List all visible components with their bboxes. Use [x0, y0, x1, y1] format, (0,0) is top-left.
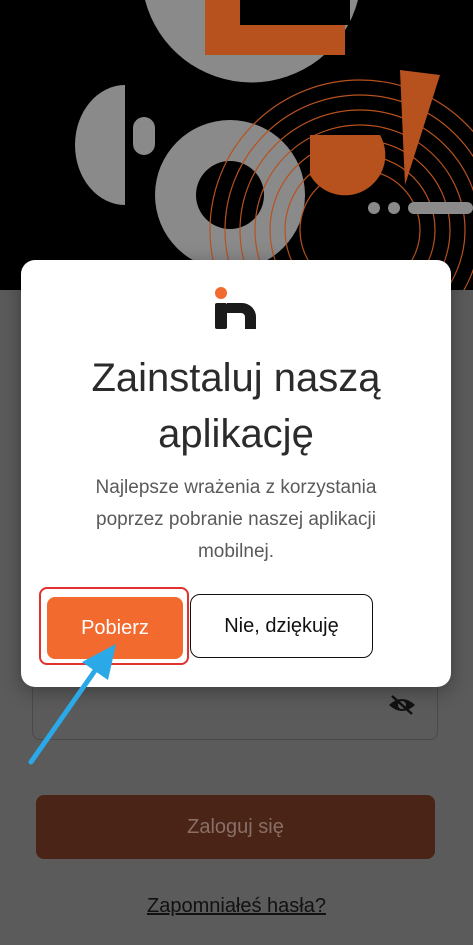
hero-shapes	[75, 0, 473, 290]
dialog-description: Najlepsze wrażenia z korzystania poprzez…	[95, 477, 377, 562]
hero-artwork	[0, 0, 473, 290]
pointer-arrow-icon	[28, 644, 116, 765]
eye-off-icon[interactable]	[387, 695, 417, 715]
install-app-dialog: Zainstaluj naszą aplikację Najlepsze wra…	[21, 260, 451, 687]
app-logo-icon	[215, 287, 256, 329]
forgot-password-link[interactable]: Zapomniałeś hasła?	[0, 895, 473, 918]
decline-button[interactable]: Nie, dziękuję	[190, 594, 373, 658]
dialog-title: Zainstaluj naszą aplikację	[91, 356, 381, 456]
login-button[interactable]: Zaloguj się	[36, 795, 435, 859]
